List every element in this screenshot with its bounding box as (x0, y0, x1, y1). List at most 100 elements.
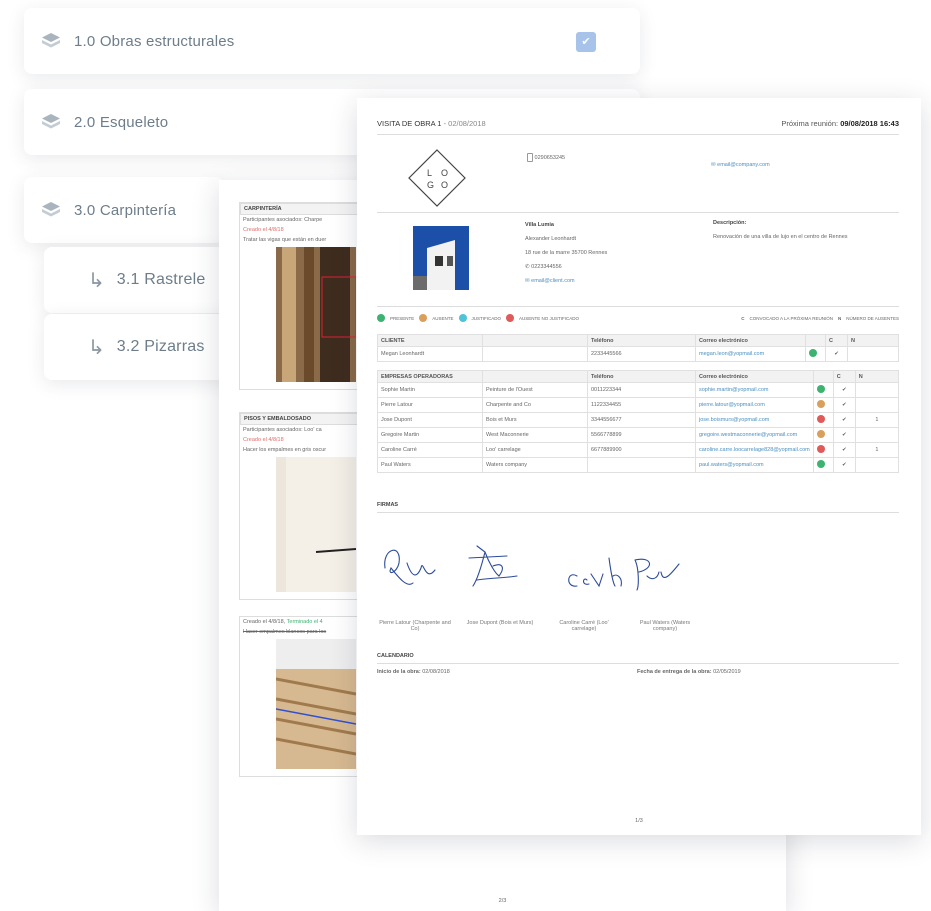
delivery-date-row: Fecha de entrega de la obra: 02/05/2019 (637, 669, 741, 675)
company-logo: L O G O (408, 149, 466, 207)
present-dot-icon (377, 314, 385, 322)
phone-icon: ✆ (525, 264, 530, 270)
layers-icon (42, 202, 60, 217)
section-heading: PISOS Y EMBALDOSADO (240, 413, 358, 425)
absence-count: 1 (854, 442, 900, 458)
convocado-check: ✔ (832, 442, 856, 458)
wood-frame-photo (275, 639, 357, 769)
client-table: CLIENTE Teléfono Correo electrónico C N Mega… (377, 334, 899, 362)
legend-label: AUSENTE NO JUSTIFICADO (519, 315, 580, 321)
created-date: Creado el 4/8/18, (243, 619, 286, 625)
client-phone: 0223344556 (531, 264, 562, 270)
legend-label: CONVOCADO A LA PRÓXIMA REUNIÓN (749, 315, 833, 321)
start-label: Inicio de la obra: (377, 669, 421, 675)
company-name: Loo' carrelage (482, 442, 588, 458)
report-page-1: VISITA DE OBRA 1 - 02/08/2018 Próxima re… (357, 98, 921, 835)
table-row: Paul Waters Waters company paul.waters@yop… (377, 457, 900, 473)
email-cell[interactable]: caroline.carre.loocarrelage828@yopmail.c… (695, 442, 814, 458)
company-name (482, 346, 588, 362)
absence-count (854, 457, 900, 473)
tree-item-label: 1.0 Obras estructurales (74, 32, 235, 50)
legend-label: NÚMERO DE AUSENTES (846, 315, 899, 321)
description-label: Descripción: (713, 220, 747, 226)
created-date: Creado el 4/8/18 (243, 227, 284, 233)
companies-table: EMPRESAS OPERADORAS Teléfono Correo electr… (377, 370, 900, 473)
delivery-date: 02/05/2019 (713, 669, 741, 675)
email-cell[interactable]: gregoire.westmaconnerie@yopmail.com (695, 427, 814, 443)
phone-cell: 3344556677 (587, 412, 696, 428)
table-header-cell: C (832, 370, 856, 383)
mail-icon: ✉ (525, 278, 530, 284)
email-cell[interactable]: megan.leon@yopmail.com (695, 346, 806, 362)
absence-count (854, 397, 900, 413)
legend: PRESENTE AUSENTE JUSTIFICADO AUSENTE NO … (377, 314, 899, 322)
status-cell (812, 412, 834, 428)
convocado-check: ✔ (832, 397, 856, 413)
absence-count (854, 427, 900, 443)
tree-item-carpinteria[interactable]: 3.0 Carpintería (24, 177, 224, 243)
task-note: Tratar las vigas que están en duer (243, 237, 327, 243)
company-email-row[interactable]: ✉ email@company.com (711, 162, 770, 168)
email-cell[interactable]: jose.boismurs@yopmail.com (695, 412, 814, 428)
section-empalmes: Creado el 4/8/18, Terminado el 4 Hacer e… (239, 616, 359, 777)
phone-cell: 1122334455 (587, 397, 696, 413)
company-email[interactable]: email@company.com (717, 162, 770, 168)
svg-text:G: G (427, 180, 434, 190)
convocado-check: ✔ (832, 382, 856, 398)
table-header-cell: Correo electrónico (695, 334, 806, 347)
table-header-cell: Correo electrónico (695, 370, 814, 383)
phone-cell: 6677889900 (587, 442, 696, 458)
table-row: Sophie Martin Peinture de l'Ouest 00112233… (377, 382, 900, 398)
section-carpinteria: CARPINTERÍA Participantes asociados: Cha… (239, 202, 359, 390)
status-cell (812, 427, 834, 443)
status-dot-icon (816, 460, 825, 468)
villa-photo (413, 226, 469, 290)
email-cell[interactable]: pierre.latour@yopmail.com (695, 397, 814, 413)
tree-subitem-rastrele[interactable]: ↳ 3.1 Rastrele (44, 247, 244, 313)
table-header-cell: Teléfono (587, 370, 696, 383)
client-info: Villa Lumia Alexander Leonhardt 18 rue d… (525, 218, 607, 288)
checkbox-checked[interactable]: ✔ (576, 32, 596, 52)
start-date: 02/08/2018 (422, 669, 450, 675)
signature-name: Paul Waters (Waters company) (639, 620, 691, 632)
page-number: 2/3 (498, 898, 507, 904)
next-meeting: Próxima reunión: 09/08/2018 16:43 (781, 119, 899, 128)
absence-count (854, 382, 900, 398)
layers-icon (42, 33, 60, 48)
email-cell[interactable]: sophie.martin@yopmail.com (695, 382, 814, 398)
company-name: Charpente and Co (482, 397, 588, 413)
company-name: Bois et Murs (482, 412, 588, 428)
person-name: Pierre Latour (377, 397, 483, 413)
tile-wall-photo (276, 457, 357, 592)
convocado-check: ✔ (825, 346, 848, 362)
status-cell (812, 457, 834, 473)
table-row: Jose Dupont Bois et Murs 3344556677 jose.bo… (377, 412, 900, 428)
client-email[interactable]: email@client.com (531, 278, 574, 284)
start-date-row: Inicio de la obra: 02/08/2018 (377, 669, 450, 675)
status-dot-icon (809, 349, 817, 357)
signatures-label: FIRMAS (377, 502, 399, 508)
signature-name: Pierre Latour (Charpente and Co) (379, 620, 451, 632)
email-cell[interactable]: paul.waters@yopmail.com (695, 457, 814, 473)
description-text: Renovación de una villa de lujo en el ce… (713, 234, 848, 240)
table-row: Caroline Carré Loo' carrelage 6677889900 ca… (377, 442, 900, 458)
tree-subitem-pizarras[interactable]: ↳ 3.2 Pizarras (44, 314, 244, 380)
table-header-cell (482, 370, 588, 383)
return-arrow-icon: ↳ (88, 269, 105, 292)
delivery-label: Fecha de entrega de la obra: (637, 669, 712, 675)
phone-cell: 0011223344 (587, 382, 696, 398)
tree-item-obras-estructurales[interactable]: 1.0 Obras estructurales ✔ (24, 8, 640, 74)
section-pisos: PISOS Y EMBALDOSADO Participantes asocia… (239, 412, 359, 600)
person-name: Sophie Martin (377, 382, 483, 398)
description-block: Descripción: Renovación de una villa de … (713, 218, 893, 242)
created-date: Creado el 4/8/18 (243, 437, 284, 443)
participants-text: Participantes asociados: Loo' ca (243, 427, 322, 433)
client-person: Alexander Leonhardt (525, 236, 577, 242)
table-header-cell: CLIENTE (377, 334, 483, 347)
legend-key: C (741, 315, 745, 321)
layers-icon (42, 114, 60, 129)
done-date: Terminado el 4 (286, 619, 323, 625)
svg-text:O: O (441, 168, 448, 178)
legend-label: JUSTIFICADO (471, 315, 502, 321)
wood-beam-photo (276, 247, 357, 382)
